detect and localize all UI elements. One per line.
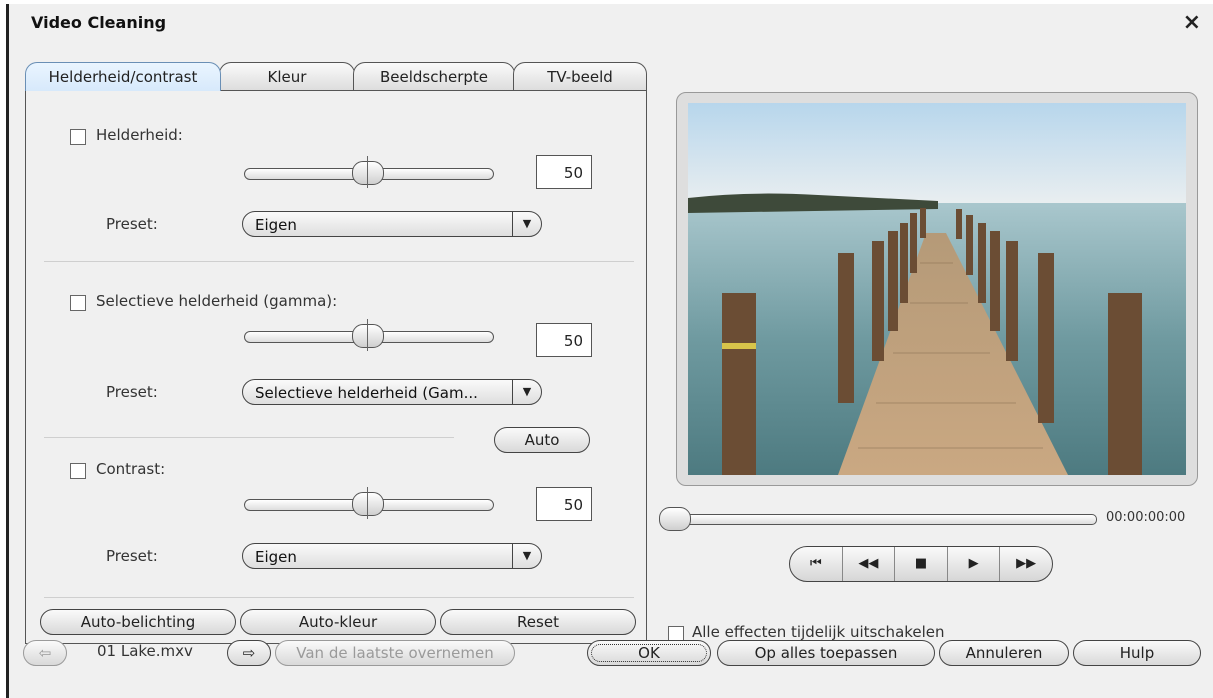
fast-forward-icon[interactable]: ▶▶: [1000, 547, 1052, 581]
close-icon[interactable]: ×: [1183, 10, 1201, 35]
auto-exposure-button[interactable]: Auto-belichting: [40, 609, 236, 635]
clip-filename: 01 Lake.mxv: [97, 642, 193, 660]
timecode-display: 00:00:00:00: [1106, 510, 1186, 525]
section-divider: [44, 437, 454, 438]
copy-from-last-button[interactable]: Van de laatste overnemen: [275, 640, 515, 666]
preview-frame: [676, 92, 1198, 486]
brightness-checkbox[interactable]: [70, 129, 86, 145]
contrast-preset-select[interactable]: Eigen ▼: [242, 543, 542, 569]
preview-image: [688, 103, 1186, 475]
tab-brightness-contrast[interactable]: Helderheid/contrast: [25, 62, 221, 91]
brightness-preset-value: Eigen: [255, 216, 297, 234]
brightness-value-field[interactable]: 50: [536, 155, 592, 189]
disable-all-effects-label: Alle effecten tijdelijk uitschakelen: [692, 623, 945, 641]
contrast-preset-label: Preset:: [106, 547, 158, 565]
play-icon[interactable]: ▶: [948, 547, 1001, 581]
ok-button[interactable]: OK: [587, 640, 711, 666]
skip-to-start-icon[interactable]: ⏮: [790, 547, 843, 581]
contrast-label: Contrast:: [96, 460, 166, 478]
tab-color[interactable]: Kleur: [219, 62, 355, 91]
gamma-preset-label: Preset:: [106, 383, 158, 401]
gamma-checkbox[interactable]: [70, 295, 86, 311]
timeline-slider-track[interactable]: [661, 514, 1097, 525]
tab-tv-image[interactable]: TV-beeld: [513, 62, 647, 91]
brightness-preset-label: Preset:: [106, 215, 158, 233]
contrast-slider-thumb[interactable]: [352, 487, 384, 519]
video-cleaning-dialog: Video Cleaning × Helderheid/contrast Kle…: [6, 4, 1213, 698]
auto-color-button[interactable]: Auto-kleur: [240, 609, 436, 635]
brightness-label: Helderheid:: [96, 126, 183, 144]
title-bar[interactable]: Video Cleaning ×: [9, 4, 1213, 38]
brightness-preset-select[interactable]: Eigen ▼: [242, 211, 542, 237]
stop-icon[interactable]: ■: [895, 547, 948, 581]
chevron-down-icon[interactable]: ▼: [512, 543, 541, 569]
section-divider: [44, 597, 634, 598]
tab-sharpness[interactable]: Beeldscherpte: [353, 62, 515, 91]
contrast-checkbox[interactable]: [70, 463, 86, 479]
help-button[interactable]: Hulp: [1073, 640, 1201, 666]
rewind-icon[interactable]: ◀◀: [843, 547, 896, 581]
contrast-value-field[interactable]: 50: [536, 487, 592, 521]
brightness-slider-thumb[interactable]: [352, 156, 384, 188]
chevron-down-icon[interactable]: ▼: [512, 379, 541, 405]
cancel-button[interactable]: Annuleren: [939, 640, 1069, 666]
timeline-slider-thumb[interactable]: [659, 507, 691, 531]
auto-button[interactable]: Auto: [494, 427, 590, 453]
gamma-value-field[interactable]: 50: [536, 323, 592, 357]
lake-pier-image: [688, 103, 1186, 475]
chevron-down-icon[interactable]: ▼: [512, 211, 541, 237]
arrow-left-icon[interactable]: ⇦: [23, 640, 67, 666]
dialog-title: Video Cleaning: [31, 13, 167, 32]
section-divider: [44, 261, 634, 262]
arrow-right-icon[interactable]: ⇨: [227, 640, 271, 666]
apply-to-all-button[interactable]: Op alles toepassen: [717, 640, 935, 666]
gamma-preset-select[interactable]: Selectieve helderheid (Gam... ▼: [242, 379, 542, 405]
contrast-preset-value: Eigen: [255, 548, 297, 566]
transport-controls: ⏮ ◀◀ ■ ▶ ▶▶: [789, 546, 1053, 582]
gamma-preset-value: Selectieve helderheid (Gam...: [255, 384, 478, 402]
gamma-slider-thumb[interactable]: [352, 319, 384, 351]
gamma-label: Selectieve helderheid (gamma):: [96, 292, 338, 310]
tab-panel: Helderheid: 50 Preset: Eigen ▼ Selectiev…: [25, 90, 647, 644]
reset-button[interactable]: Reset: [440, 609, 636, 635]
